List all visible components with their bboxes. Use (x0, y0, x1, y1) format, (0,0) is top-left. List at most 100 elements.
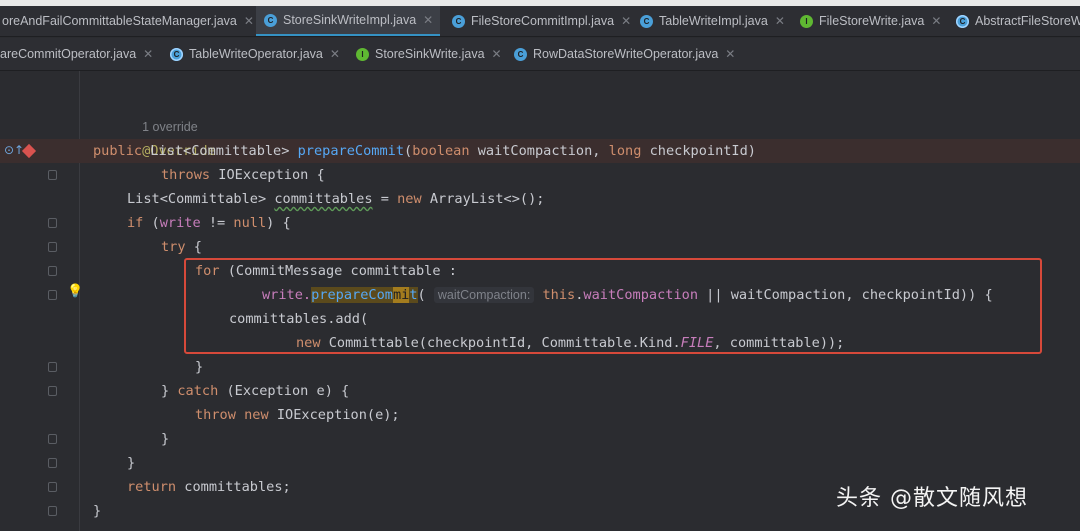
tab-label: oreAndFailCommittableStateManager.java (2, 14, 237, 28)
highlight-annotation-box (184, 258, 1042, 354)
code-token: } (161, 383, 178, 399)
code-token: ArrayList<>(); (421, 191, 545, 207)
interface-file-icon: I (800, 14, 813, 28)
fold-marker-icon[interactable] (48, 506, 57, 516)
fold-marker-icon[interactable] (48, 434, 57, 444)
code-token: waitCompaction, (469, 143, 609, 159)
close-icon[interactable]: ✕ (492, 47, 502, 61)
close-icon[interactable]: ✕ (143, 47, 153, 61)
keyword-token: null (233, 215, 267, 231)
abstract-class-file-icon: C (170, 47, 183, 61)
tab-label: FileStoreWrite.java (819, 14, 925, 28)
class-file-icon: C (452, 14, 465, 28)
keyword-token: try (161, 239, 186, 255)
code-line: throw new IOException(e); (195, 403, 400, 427)
tab-storesinkwriteimpl[interactable]: C StoreSinkWriteImpl.java ✕ (256, 6, 440, 36)
close-icon[interactable]: ✕ (330, 47, 340, 61)
code-line: } catch (Exception e) { (161, 379, 349, 403)
code-token: != (200, 215, 234, 231)
close-icon[interactable]: ✕ (931, 14, 941, 28)
method-name-token: prepareCommit (297, 143, 405, 159)
fold-marker-icon[interactable] (48, 218, 57, 228)
code-line: public List<Committable> prepareCommit(b… (93, 139, 756, 163)
tab-label: RowDataStoreWriteOperator.java (533, 47, 719, 61)
fold-marker-icon[interactable] (48, 362, 57, 372)
tab-committeroperator[interactable]: areCommitOperator.java ✕ (0, 38, 162, 70)
code-line: } (195, 355, 203, 379)
code-token: (Exception e) { (218, 383, 350, 399)
tab-tablewriteimpl[interactable]: C TableWriteImpl.java ✕ (640, 6, 792, 36)
code-line: } (93, 499, 101, 523)
code-line: List<Committable> committables = new Arr… (127, 187, 544, 211)
keyword-token: new (397, 191, 422, 207)
lightbulb-icon[interactable]: 💡 (67, 283, 83, 299)
class-file-icon: C (264, 13, 277, 27)
code-line: if (write != null) { (127, 211, 291, 235)
fold-marker-icon[interactable] (48, 266, 57, 276)
fold-marker-icon[interactable] (48, 170, 57, 180)
keyword-token: public (93, 143, 143, 159)
code-token: checkpointId) (641, 143, 756, 159)
interface-file-icon: I (356, 47, 369, 61)
class-file-icon: C (514, 47, 527, 61)
keyword-token: new (244, 407, 269, 423)
code-token: } (93, 503, 102, 519)
tab-abstractfilestorewrite[interactable]: C AbstractFileStoreW (956, 6, 1080, 36)
tab-filestorecommitimpl[interactable]: C FileStoreCommitImpl.java ✕ (446, 6, 638, 36)
tab-filestorewrite[interactable]: I FileStoreWrite.java ✕ (800, 6, 950, 36)
close-icon[interactable]: ✕ (775, 14, 785, 28)
close-icon[interactable]: ✕ (244, 14, 254, 28)
code-line: return committables; (127, 475, 291, 499)
tab-label: areCommitOperator.java (0, 47, 137, 61)
code-token: = (372, 191, 398, 207)
tab-label: StoreSinkWriteImpl.java (283, 13, 417, 27)
code-editor[interactable]: ⊙↑ 💡 1 override @Override public List<Co… (0, 71, 1080, 531)
code-token: List<Committable> (127, 191, 275, 207)
close-icon[interactable]: ✕ (725, 47, 735, 61)
fold-marker-icon[interactable] (48, 482, 57, 492)
keyword-token: catch (177, 383, 219, 399)
keyword-token: long (608, 143, 642, 159)
fold-marker-icon[interactable] (48, 386, 57, 396)
fold-marker-icon[interactable] (48, 242, 57, 252)
code-token: IOException { (210, 167, 325, 183)
tab-label: StoreSinkWrite.java (375, 47, 485, 61)
editor-tab-bar-row1: oreAndFailCommittableStateManager.java ✕… (0, 6, 1080, 37)
tab-rowdatastorewriteoperator[interactable]: C RowDataStoreWriteOperator.java ✕ (514, 38, 744, 70)
code-token: } (161, 431, 170, 447)
keyword-token: if (127, 215, 144, 231)
code-line: try { (161, 235, 202, 259)
abstract-class-file-icon: C (956, 14, 969, 28)
editor-tab-bar-row2: areCommitOperator.java ✕ C TableWriteOpe… (0, 38, 1080, 71)
code-token: ) { (266, 215, 291, 231)
code-token: committables; (176, 479, 291, 495)
tab-storesinkwrite[interactable]: I StoreSinkWrite.java ✕ (356, 38, 506, 70)
fold-marker-icon[interactable] (48, 290, 57, 300)
code-token: ( (143, 215, 160, 231)
code-line: 1 override (93, 91, 198, 134)
keyword-token: boolean (412, 143, 470, 159)
variable-token: committables (274, 191, 373, 207)
keyword-token: throw (195, 407, 236, 423)
code-token: } (195, 359, 204, 375)
close-icon[interactable]: ✕ (423, 13, 433, 27)
code-token: IOException(e); (268, 407, 400, 423)
keyword-token: throws (161, 167, 211, 183)
close-icon[interactable]: ✕ (621, 14, 631, 28)
code-line: throws IOException { (161, 163, 325, 187)
code-token: } (127, 455, 136, 471)
code-line: } (161, 427, 169, 451)
tab-oreandfailcommittablestatemanager[interactable]: oreAndFailCommittableStateManager.java ✕ (0, 6, 254, 36)
code-token: { (185, 239, 202, 255)
tab-label: AbstractFileStoreW (975, 14, 1080, 28)
code-line: @Override (93, 115, 216, 159)
keyword-token: return (127, 479, 177, 495)
tab-tablewriteoperator[interactable]: C TableWriteOperator.java ✕ (170, 38, 346, 70)
tab-label: TableWriteOperator.java (189, 47, 323, 61)
tab-label: FileStoreCommitImpl.java (471, 14, 615, 28)
fold-marker-icon[interactable] (48, 458, 57, 468)
code-line: } (127, 451, 135, 475)
watermark-text: 头条 @散文随风想 (836, 486, 1028, 511)
code-token: ( (404, 143, 413, 159)
